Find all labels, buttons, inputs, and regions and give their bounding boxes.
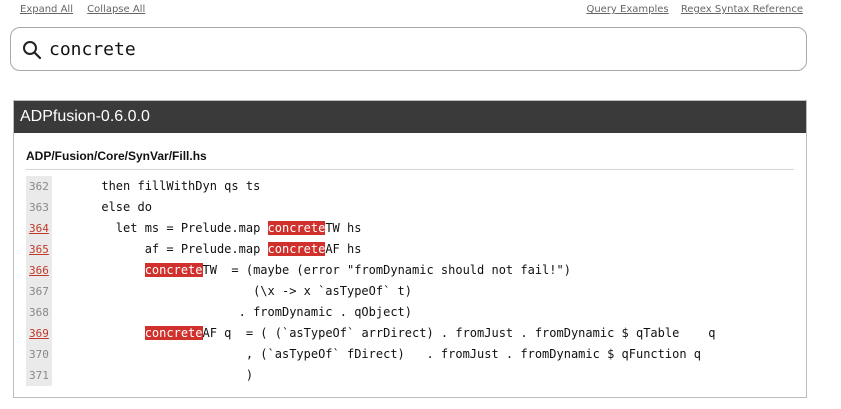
- code-fragment: [58, 263, 145, 277]
- code-line: 365 af = Prelude.map concreteAF hs: [26, 239, 796, 260]
- top-links: Expand All Collapse All Query Examples R…: [20, 4, 803, 18]
- match-highlight: concrete: [144, 326, 203, 340]
- line-number: 371: [26, 365, 52, 386]
- line-number[interactable]: 364: [26, 218, 52, 239]
- code-fragment: af = Prelude.map: [58, 242, 268, 256]
- code-text: (\x -> x `asTypeOf` t): [52, 281, 412, 302]
- code-text: . fromDynamic . qObject): [52, 302, 412, 323]
- code-fragment: else do: [58, 200, 152, 214]
- code-text: else do: [52, 197, 152, 218]
- search-icon: [23, 41, 42, 60]
- code-text: concreteTW = (maybe (error "fromDynamic …: [52, 260, 571, 281]
- code-fragment: AF hs: [325, 242, 362, 256]
- code-line: 364 let ms = Prelude.map concreteTW hs: [26, 218, 796, 239]
- code-fragment: , (`asTypeOf` fDirect) . fromJust . from…: [58, 347, 701, 361]
- code-fragment: AF q = ( (`asTypeOf` arrDirect) . fromJu…: [202, 326, 716, 340]
- top-links-left: Expand All Collapse All: [20, 4, 156, 15]
- line-number: 367: [26, 281, 52, 302]
- code-fragment: ): [58, 368, 254, 382]
- code-fragment: . fromDynamic . qObject): [58, 305, 413, 319]
- line-number[interactable]: 369: [26, 323, 52, 344]
- code-fragment: let ms = Prelude.map: [58, 221, 268, 235]
- code-text: af = Prelude.map concreteAF hs: [52, 239, 361, 260]
- expand-all-link[interactable]: Expand All: [20, 4, 73, 15]
- line-number[interactable]: 366: [26, 260, 52, 281]
- code-text: let ms = Prelude.map concreteTW hs: [52, 218, 361, 239]
- code-text: concreteAF q = ( (`asTypeOf` arrDirect) …: [52, 323, 715, 344]
- line-number: 368: [26, 302, 52, 323]
- code-line: 371 ): [26, 365, 796, 386]
- code-fragment: TW hs: [325, 221, 362, 235]
- code-line: 366 concreteTW = (maybe (error "fromDyna…: [26, 260, 796, 281]
- match-highlight: concrete: [144, 263, 203, 277]
- match-highlight: concrete: [267, 221, 326, 235]
- code-line: 369 concreteAF q = ( (`asTypeOf` arrDire…: [26, 323, 796, 344]
- code-text: then fillWithDyn qs ts: [52, 176, 260, 197]
- code-fragment: [58, 326, 145, 340]
- top-links-right: Query Examples Regex Syntax Reference: [577, 4, 803, 15]
- code-text: ): [52, 365, 253, 386]
- code-text: , (`asTypeOf` fDirect) . fromJust . from…: [52, 344, 701, 365]
- line-number: 370: [26, 344, 52, 365]
- result-panel: ADPfusion-0.6.0.0 ADP/Fusion/Core/SynVar…: [13, 100, 807, 398]
- regex-reference-link[interactable]: Regex Syntax Reference: [681, 4, 803, 15]
- file-path[interactable]: ADP/Fusion/Core/SynVar/Fill.hs: [26, 149, 207, 163]
- divider: [26, 169, 794, 170]
- code-fragment: then fillWithDyn qs ts: [58, 179, 261, 193]
- code-line: 370 , (`asTypeOf` fDirect) . fromJust . …: [26, 344, 796, 365]
- collapse-all-link[interactable]: Collapse All: [87, 4, 145, 15]
- line-number: 362: [26, 176, 52, 197]
- code-fragment: (\x -> x `asTypeOf` t): [58, 284, 413, 298]
- search-input[interactable]: [49, 36, 789, 62]
- search-box[interactable]: [10, 27, 807, 71]
- match-highlight: concrete: [267, 242, 326, 256]
- line-number[interactable]: 365: [26, 239, 52, 260]
- code-line: 367 (\x -> x `asTypeOf` t): [26, 281, 796, 302]
- code-block: 362 then fillWithDyn qs ts 363 else do 364…: [26, 176, 796, 386]
- line-number: 363: [26, 197, 52, 218]
- code-line: 363 else do: [26, 197, 796, 218]
- package-header[interactable]: ADPfusion-0.6.0.0: [14, 101, 806, 133]
- code-line: 368 . fromDynamic . qObject): [26, 302, 796, 323]
- code-fragment: TW = (maybe (error "fromDynamic should n…: [202, 263, 571, 277]
- query-examples-link[interactable]: Query Examples: [586, 4, 668, 15]
- code-line: 362 then fillWithDyn qs ts: [26, 176, 796, 197]
